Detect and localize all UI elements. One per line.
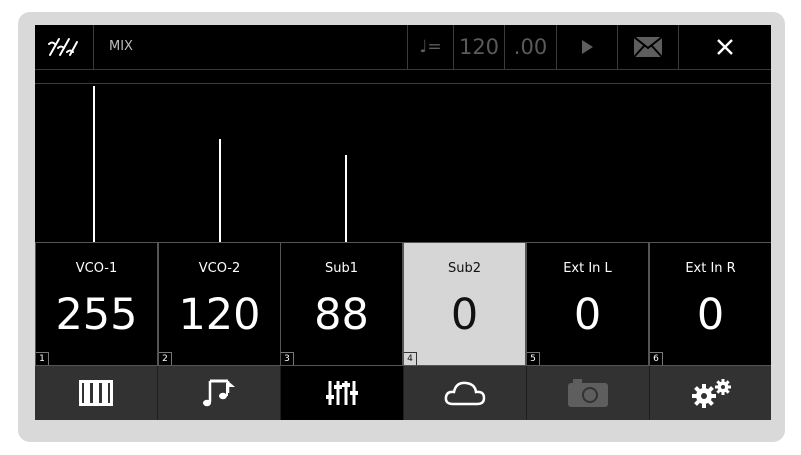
tempo-note-icon: ♩= (407, 25, 454, 69)
channel-name: Sub1 (324, 261, 358, 276)
mixer-sliders-icon (326, 381, 358, 405)
tab-keyboard[interactable] (35, 366, 158, 420)
wavy-sliders-logo-icon[interactable] (35, 25, 94, 69)
channel-row: VCO-1 255 1 VCO-2 120 2 Sub1 88 3 Sub2 0 4 Ext In L 0… (35, 242, 771, 366)
play-icon (582, 40, 593, 54)
channel-index: 2 (159, 352, 172, 365)
level-line-3 (345, 155, 347, 242)
music-notes-icon (203, 379, 235, 407)
channel-index: 3 (281, 352, 294, 365)
close-button[interactable] (679, 25, 771, 69)
channel-value: 0 (573, 290, 602, 340)
close-icon (717, 39, 733, 55)
channel-value: 0 (450, 290, 479, 340)
envelope-icon (633, 36, 663, 58)
channel-value: 255 (55, 290, 138, 340)
channel-name: VCO-1 (75, 261, 118, 276)
screen: MIX ♩= 120 .00 VCO-1 255 1 VCO-2 120 2 Sub1 88 3… (35, 25, 771, 420)
bottom-tab-bar (35, 366, 771, 420)
gears-icon (691, 379, 731, 408)
play-button[interactable] (557, 25, 618, 69)
cloud-icon (444, 381, 486, 406)
channel-name: Sub2 (447, 261, 481, 276)
channel-index: 5 (527, 352, 540, 365)
tab-cloud[interactable] (404, 366, 527, 420)
channel-name: Ext In L (563, 261, 612, 276)
channel-cell[interactable]: VCO-2 120 2 (158, 242, 281, 366)
level-line-1 (93, 86, 95, 242)
channel-cell[interactable]: Ext In R 0 6 (649, 242, 771, 366)
channel-name: VCO-2 (198, 261, 241, 276)
channel-index: 4 (404, 352, 417, 365)
top-bar: MIX ♩= 120 .00 (35, 25, 771, 69)
channel-index: 1 (36, 352, 49, 365)
mode-label: MIX (109, 39, 133, 54)
camera-icon (568, 379, 608, 407)
channel-cell[interactable]: Sub1 88 3 (280, 242, 403, 366)
channel-name: Ext In R (685, 261, 736, 276)
channel-value: 120 (178, 290, 261, 340)
channel-index: 6 (650, 352, 663, 365)
mail-button[interactable] (618, 25, 679, 69)
tempo-decimal[interactable]: .00 (505, 25, 557, 69)
tab-mixer[interactable] (281, 366, 404, 420)
channel-cell[interactable]: VCO-1 255 1 (35, 242, 158, 366)
level-graph (35, 84, 771, 242)
tempo-integer[interactable]: 120 (454, 25, 505, 69)
divider (35, 69, 771, 70)
piano-keys-icon (79, 380, 113, 406)
tab-settings[interactable] (650, 366, 771, 420)
channel-value: 88 (314, 290, 369, 340)
channel-value: 0 (696, 290, 725, 340)
level-line-2 (219, 139, 221, 242)
tab-camera (527, 366, 650, 420)
tab-sequence[interactable] (158, 366, 281, 420)
channel-cell[interactable]: Ext In L 0 5 (526, 242, 649, 366)
channel-cell[interactable]: Sub2 0 4 (403, 242, 526, 366)
logo-glyph (48, 38, 78, 56)
